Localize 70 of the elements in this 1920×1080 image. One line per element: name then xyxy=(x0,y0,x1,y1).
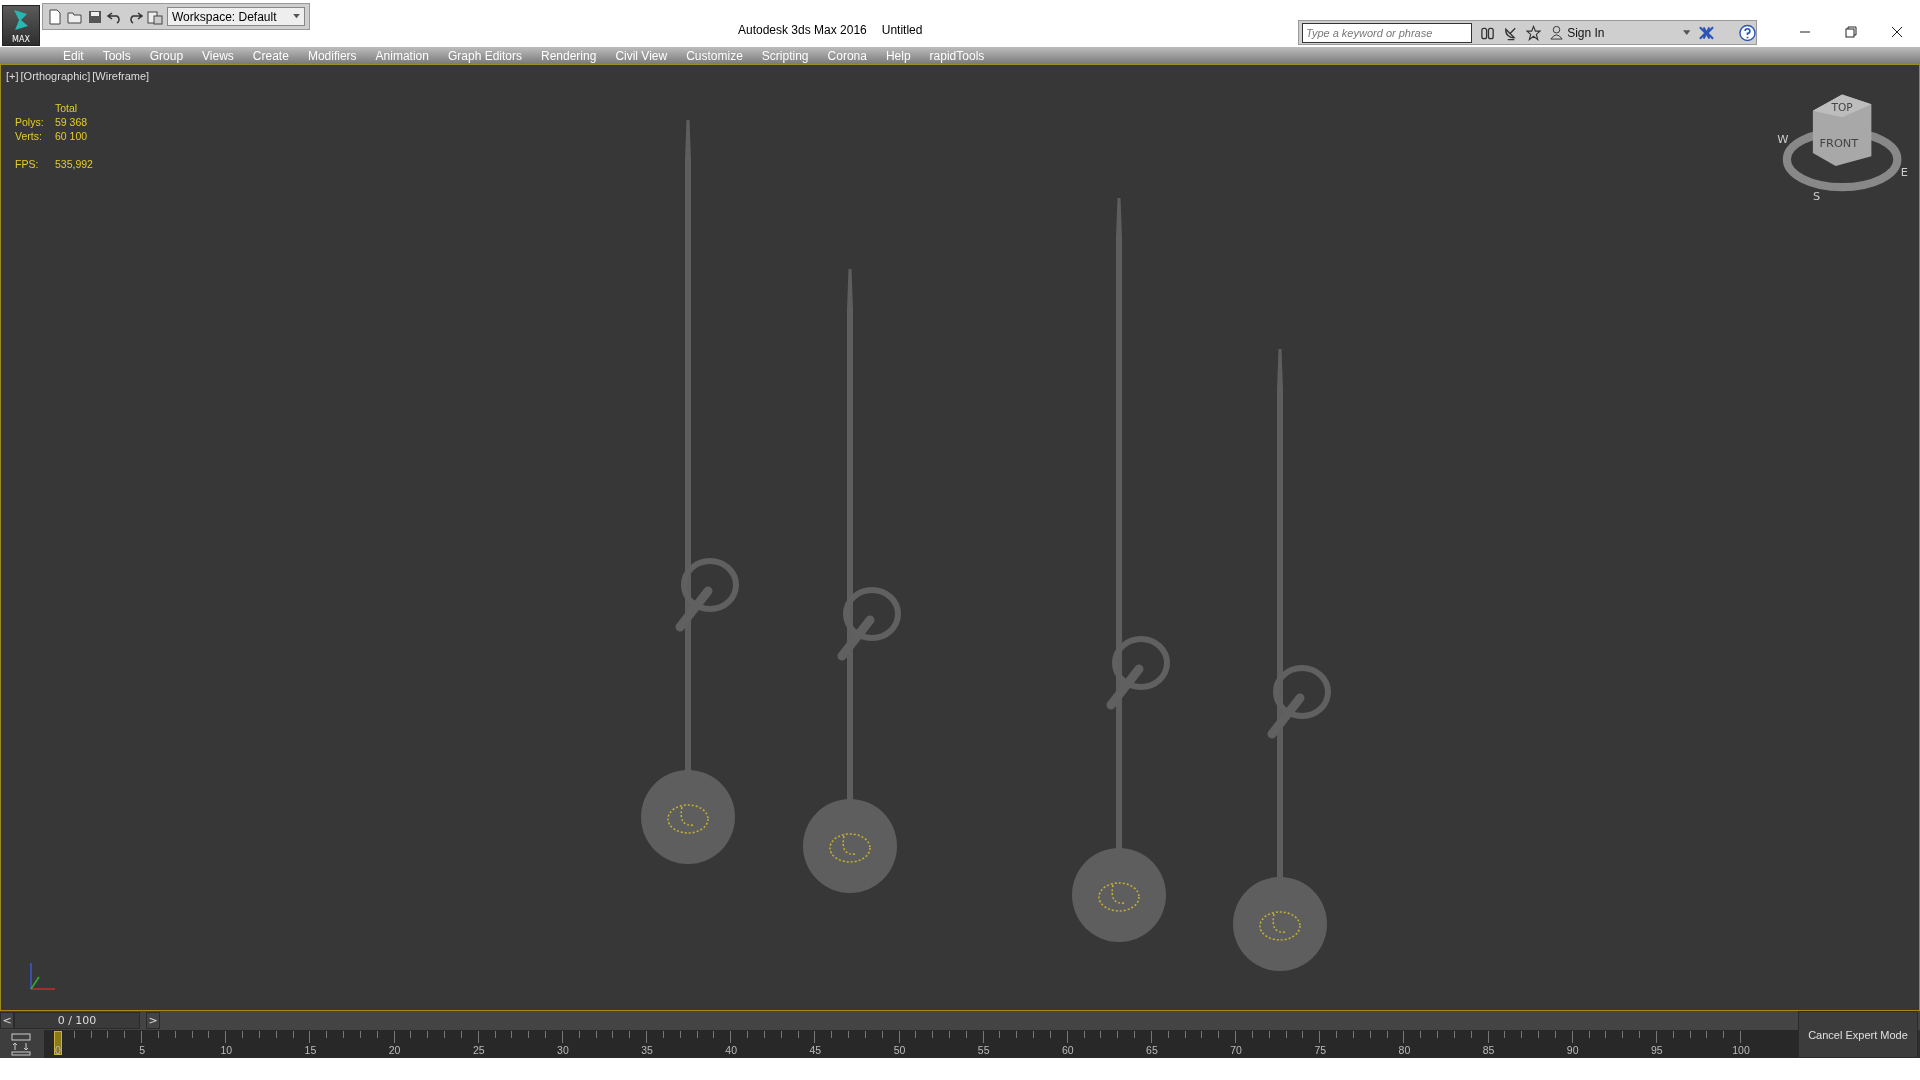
save-icon[interactable] xyxy=(87,8,103,25)
viewport-label[interactable]: [Wireframe] xyxy=(92,70,150,82)
fps-label: FPS: xyxy=(15,158,40,170)
frame-label: 25 xyxy=(472,1044,485,1056)
frame-label: 80 xyxy=(1398,1044,1411,1056)
new-file-icon[interactable] xyxy=(47,8,63,25)
frame-label: 55 xyxy=(977,1044,990,1056)
menu-item[interactable]: Civil View xyxy=(606,48,678,63)
mini-curve-editor-icon[interactable] xyxy=(0,1030,44,1058)
application-button[interactable]: MAX xyxy=(2,4,40,46)
person-icon xyxy=(1549,25,1565,40)
frame-label: 85 xyxy=(1482,1044,1495,1056)
viewcube[interactable]: TOP W FRONT E S xyxy=(1777,75,1917,205)
viewport-label[interactable]: [+] xyxy=(6,70,19,82)
frame-label: 10 xyxy=(220,1044,233,1056)
stats-label: Polys: xyxy=(15,116,45,128)
exchange-icon[interactable] xyxy=(1698,24,1716,41)
frame-label: 20 xyxy=(388,1044,401,1056)
caret-icon xyxy=(293,14,300,19)
frame-label: 70 xyxy=(1230,1044,1242,1056)
frame-label: 100 xyxy=(1732,1044,1750,1056)
stats-header: Total xyxy=(55,102,79,114)
workspace-dropdown[interactable]: Workspace: Default xyxy=(167,7,305,26)
menu-item[interactable]: Edit xyxy=(54,48,94,63)
viewport-label[interactable]: [Orthographic] xyxy=(20,70,91,82)
frame-label: 95 xyxy=(1651,1044,1663,1056)
menu-item[interactable]: Graph Editors xyxy=(438,48,532,63)
dropdown-arrow-icon[interactable] xyxy=(1682,29,1691,36)
menu-item[interactable]: rapidTools xyxy=(920,48,995,63)
star-icon[interactable] xyxy=(1526,24,1542,41)
menu-item[interactable]: Help xyxy=(876,48,921,63)
next-frame-button[interactable]: > xyxy=(146,1012,160,1029)
frame-label: 45 xyxy=(809,1044,822,1056)
menu-item[interactable]: Tools xyxy=(93,48,141,63)
fps-value: 535,992 xyxy=(55,158,93,170)
track-bar[interactable]: 0 5 10 15 20 25 30 35 40 45 50 55 60 65 70 75 80 85 90 95 100 xyxy=(44,1030,1798,1058)
help-icon[interactable] xyxy=(1739,23,1756,42)
menu-item[interactable]: Views xyxy=(193,48,244,63)
cancel-expert-mode-button[interactable]: Cancel Expert Mode xyxy=(1798,1011,1918,1058)
menu-item[interactable]: Create xyxy=(243,48,299,63)
project-folder-icon[interactable] xyxy=(147,8,163,25)
stats-label: Verts: xyxy=(15,130,43,142)
previous-frame-button[interactable]: < xyxy=(0,1012,14,1029)
menu-item[interactable]: Group xyxy=(140,48,194,63)
frame-label: 40 xyxy=(725,1044,738,1056)
menu-item[interactable]: Customize xyxy=(677,48,753,63)
frame-label: 5 xyxy=(139,1044,146,1056)
stats-value: 60 100 xyxy=(55,130,89,142)
menu-item[interactable]: Scripting xyxy=(752,48,819,63)
menu-item[interactable]: Modifiers xyxy=(298,48,367,63)
app-title: Autodesk 3ds Max 2016 xyxy=(738,23,867,37)
frame-label: 0 xyxy=(55,1044,61,1056)
search-field[interactable]: Type a keyword or phrase xyxy=(1302,22,1472,43)
frame-label: 15 xyxy=(304,1044,317,1056)
stats-value: 59 368 xyxy=(55,116,89,128)
frame-label: 75 xyxy=(1314,1044,1327,1056)
frame-label: 60 xyxy=(1061,1044,1074,1056)
frame-label: 90 xyxy=(1566,1044,1579,1056)
frame-label: 30 xyxy=(557,1044,569,1056)
menu-item[interactable]: Corona xyxy=(818,48,877,63)
current-frame-marker[interactable] xyxy=(54,1031,62,1055)
frame-label: 35 xyxy=(641,1044,653,1056)
sign-in-button[interactable]: Sign In xyxy=(1549,25,1605,40)
frame-label: 65 xyxy=(1146,1044,1158,1056)
menu-item[interactable]: Animation xyxy=(366,48,439,63)
document-title: Untitled xyxy=(881,23,923,37)
menu-item[interactable]: Rendering xyxy=(532,48,607,63)
time-slider-thumb[interactable]: 0 / 100 xyxy=(14,1012,140,1029)
frame-label: 50 xyxy=(893,1044,906,1056)
viewport[interactable]: [+] [Orthographic] [Wireframe] Total Polys: 59 368 Verts: 60 100 FPS: 535,992 TOP W FRONT E S xyxy=(0,64,1920,1011)
